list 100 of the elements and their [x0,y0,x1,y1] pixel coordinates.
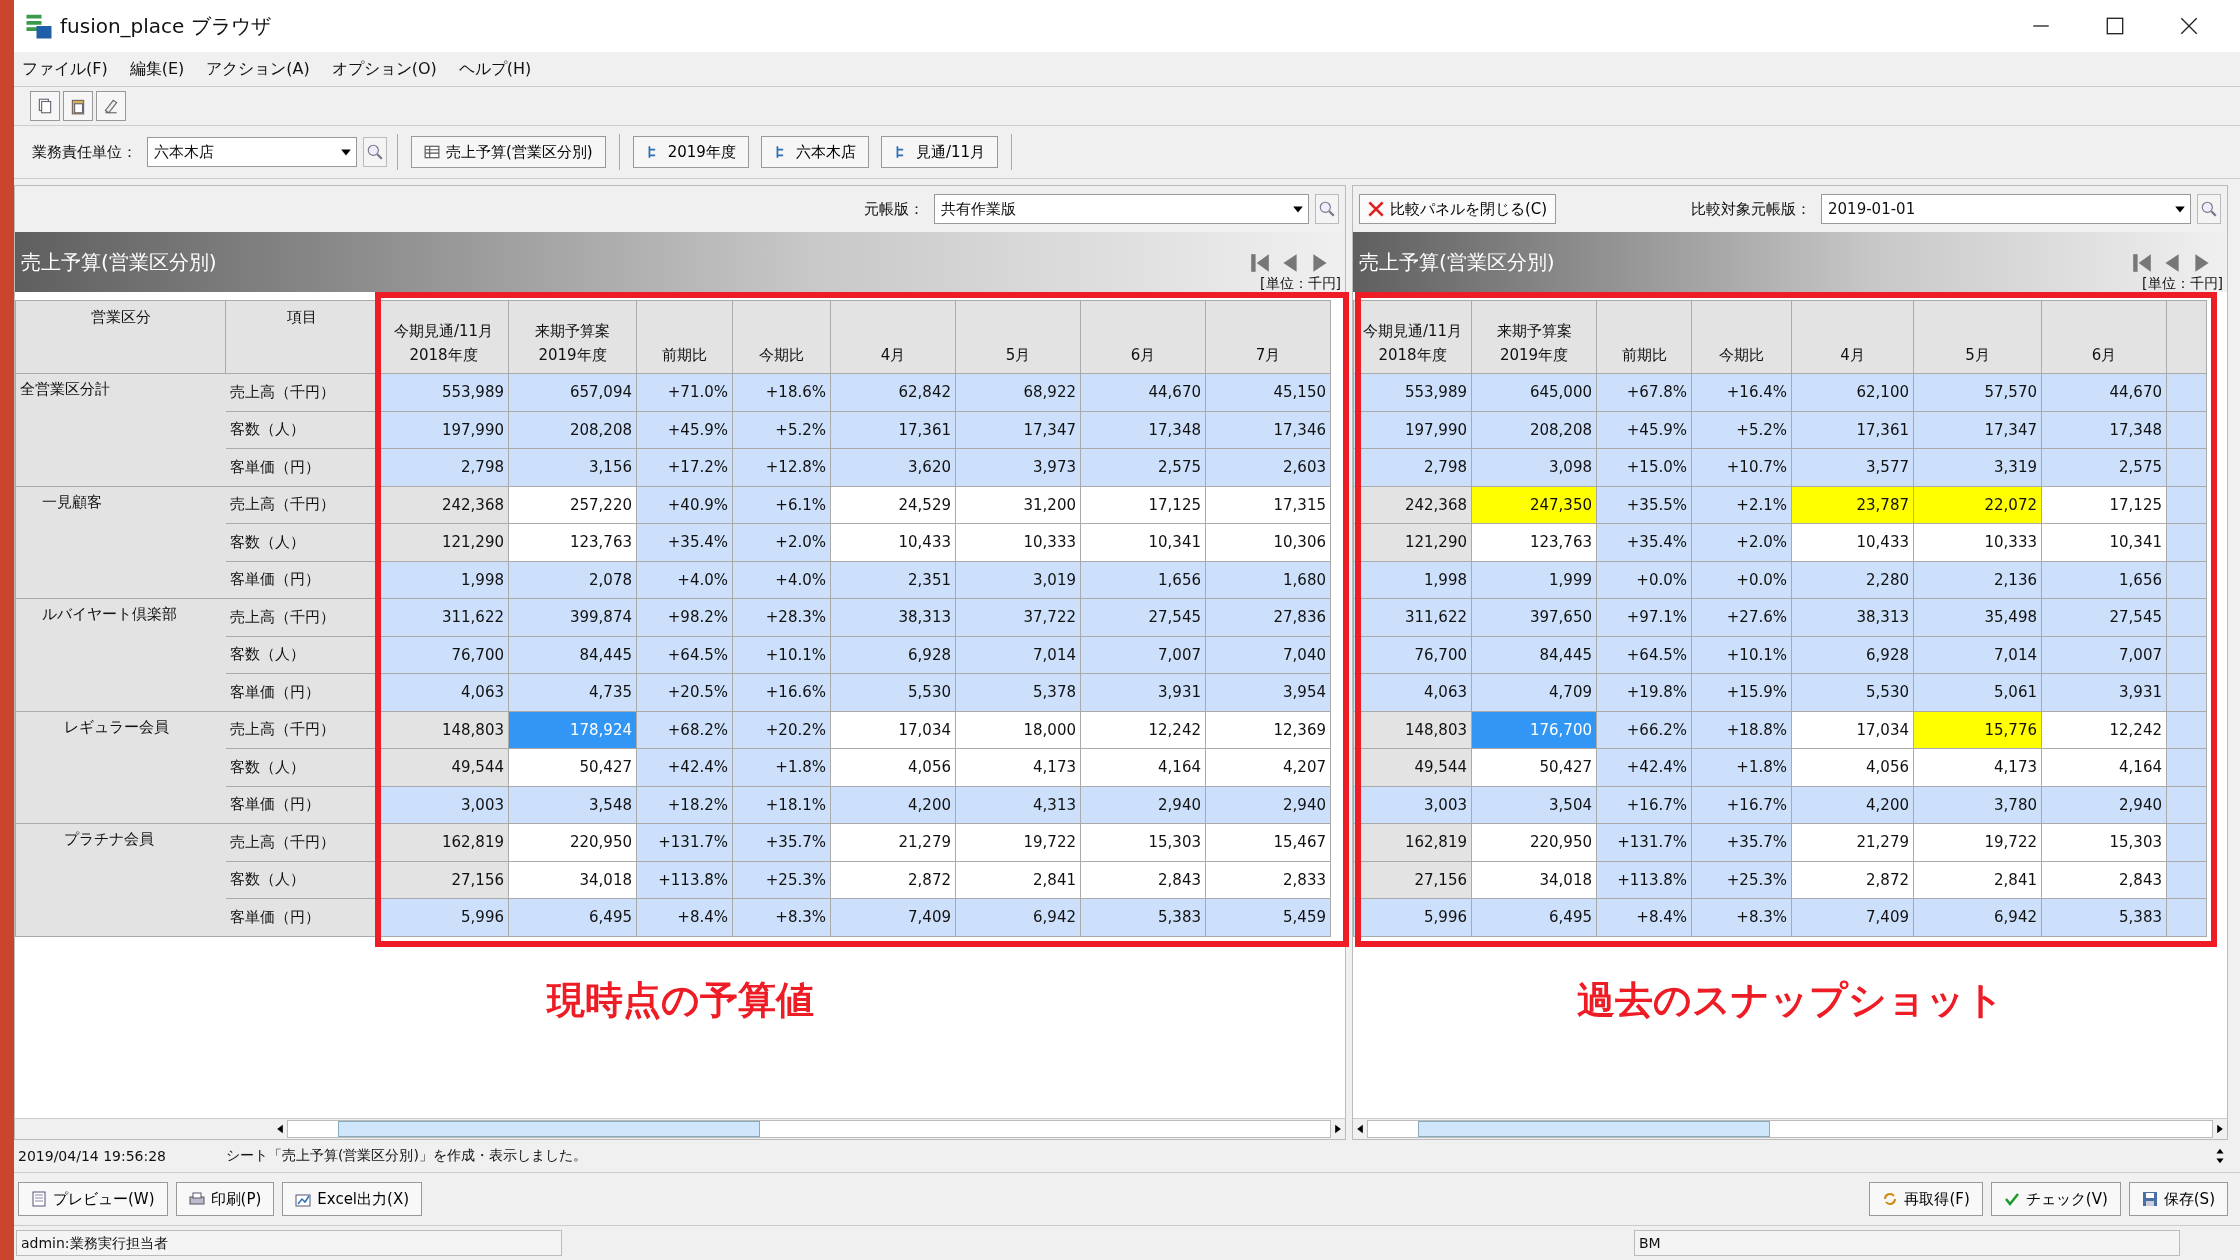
table-cell: +64.5% [636,636,733,674]
dimension-chip[interactable]: 六本木店 [760,136,869,168]
action-button[interactable]: チェック(V) [1990,1182,2121,1216]
table-cell: 17,315 [1205,486,1331,524]
window-title: fusion_place ブラウザ [60,12,271,40]
compare-ledger-dropdown[interactable]: 2019-01-01 [1821,194,2191,224]
column-header: 営業区分 [15,300,226,374]
table-cell: 2,575 [1080,448,1206,486]
table-cell: 44,670 [1080,373,1206,411]
action-button[interactable]: 保存(S) [2128,1182,2228,1216]
table-cell: 3,319 [1913,448,2042,486]
table-cell: 6,495 [1471,898,1597,936]
table-cell: 123,763 [1471,523,1597,561]
column-header: 4月 [1791,300,1914,374]
table-cell: +35.7% [1691,823,1792,861]
table-cell: 2,940 [1080,786,1206,824]
row-group-header: 一見顧客 [15,486,226,599]
table-cell: 2,940 [1205,786,1331,824]
table-cell: 3,019 [955,561,1081,599]
action-button[interactable]: Excel出力(X) [282,1182,422,1216]
table-cell: 17,034 [830,711,956,749]
copy-button[interactable] [30,91,60,121]
unit-dropdown[interactable]: 六本木店 [147,137,357,167]
table-cell: 5,061 [1913,673,2042,711]
table-cell: 5,383 [1080,898,1206,936]
table-cell: 17,348 [2041,411,2167,449]
eraser-icon [102,97,120,115]
chart-icon [295,1191,312,1207]
action-button[interactable]: プレビュー(W) [18,1182,168,1216]
search-button[interactable] [1315,194,1339,224]
table-cell: +1.8% [732,748,831,786]
table-cell: +113.8% [636,861,733,899]
ledger-dropdown[interactable]: 共有作業版 [934,194,1309,224]
table-cell: +67.8% [1596,373,1692,411]
table-cell: 34,018 [1471,861,1597,899]
table-cell: +27.6% [1691,598,1792,636]
column-header: 来期予算案 2019年度 [508,300,637,374]
menu-item[interactable]: オプション(O) [331,58,437,80]
table-cell: 123,763 [508,523,637,561]
table-cell: +8.4% [1596,898,1692,936]
table-cell: 2,843 [1080,861,1206,899]
table-cell: +10.1% [732,636,831,674]
paste-button[interactable] [63,91,93,121]
close-compare-button[interactable]: 比較パネルを閉じる(C) [1359,194,1557,224]
search-button[interactable] [363,137,387,167]
table-cell: 12,369 [1205,711,1331,749]
horizontal-scrollbar[interactable] [1353,1118,2227,1139]
table-cell: 22,072 [1913,486,2042,524]
table-cell: 4,173 [1913,748,2042,786]
table-cell: 197,990 [378,411,509,449]
table-cell: 3,973 [955,448,1081,486]
table-cell: 27,156 [1353,861,1472,899]
action-button[interactable]: 再取得(F) [1869,1182,1983,1216]
table-cell: 17,034 [1791,711,1914,749]
table-cell: 17,361 [1791,411,1914,449]
table-cell: 17,347 [955,411,1081,449]
table-cell: 35,498 [1913,598,2042,636]
horizontal-scrollbar[interactable] [15,1118,1345,1139]
table-cell: +35.5% [1596,486,1692,524]
table-cell: 62,100 [1791,373,1914,411]
maximize-icon[interactable] [2104,15,2126,37]
table-cell: 5,996 [1353,898,1472,936]
table-cell: +6.1% [732,486,831,524]
table-cell: 7,007 [2041,636,2167,674]
table-cell: +2.1% [1691,486,1792,524]
dimension-chip[interactable]: 見通/11月 [880,136,999,168]
table-cell: +8.3% [732,898,831,936]
table-cell: 7,014 [955,636,1081,674]
table-icon [424,144,440,160]
table-cell: 197,990 [1353,411,1472,449]
first-page-icon[interactable] [1249,252,1271,274]
first-page-icon[interactable] [2131,252,2153,274]
table-cell: +18.1% [732,786,831,824]
table-cell: +4.0% [732,561,831,599]
table-cell: 17,361 [830,411,956,449]
menu-item[interactable]: 編集(E) [129,58,185,80]
dimension-chip[interactable]: 売上予算(営業区分別) [411,136,606,168]
table-cell: 23,787 [1791,486,1914,524]
table-cell: 50,427 [508,748,637,786]
table-cell: +35.4% [636,523,733,561]
menu-item[interactable]: ファイル(F) [22,58,108,80]
table-cell: 4,164 [2041,748,2167,786]
table-cell: +68.2% [636,711,733,749]
table-cell: +15.0% [1596,448,1692,486]
eraser-button[interactable] [96,91,126,121]
table-cell: +66.2% [1596,711,1692,749]
table-cell: 1,998 [1353,561,1472,599]
table-cell: 3,098 [1471,448,1597,486]
close-icon[interactable] [2178,15,2200,37]
menu-item[interactable]: ヘルプ(H) [458,58,532,80]
table-cell: 44,670 [2041,373,2167,411]
table-cell: 1,999 [1471,561,1597,599]
dimension-chip[interactable]: 2019年度 [632,136,749,168]
action-button[interactable]: 印刷(P) [175,1182,275,1216]
table-cell: +16.7% [1691,786,1792,824]
menu-item[interactable]: アクション(A) [206,58,310,80]
search-button[interactable] [2197,194,2221,224]
table-cell: +113.8% [1596,861,1692,899]
message-time: 2019/04/14 19:56:28 [18,1148,167,1164]
table-cell: 2,843 [2041,861,2167,899]
